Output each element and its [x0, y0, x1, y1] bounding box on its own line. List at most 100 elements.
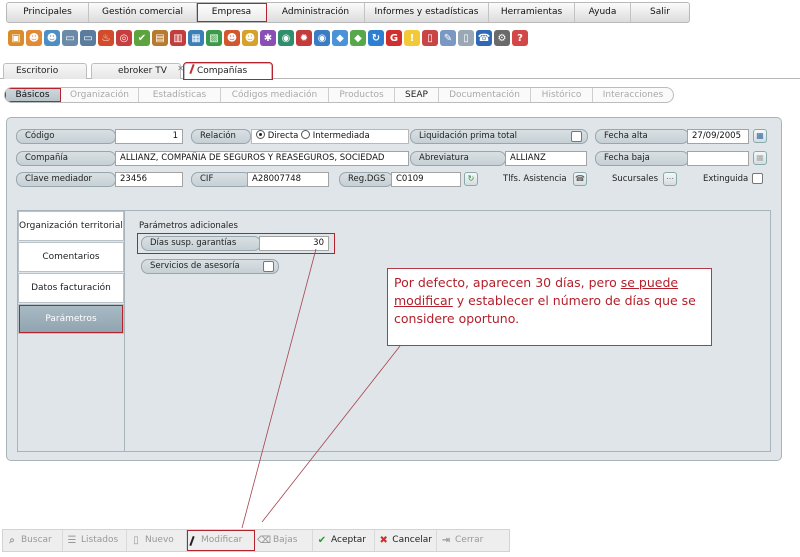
menu-herramientas[interactable]: Herramientas — [489, 3, 575, 22]
main-menu: Principales Gestión comercial Empresa Ad… — [6, 2, 690, 23]
cross-icon: ✖ — [379, 535, 388, 546]
side-tab-comentarios[interactable]: Comentarios — [18, 242, 124, 272]
servicios-asesoria-checkbox[interactable] — [263, 261, 274, 272]
menu-informes[interactable]: Informes y estadísticas — [365, 3, 489, 22]
window-tabs: Escritorio ebroker TV ✕ Compañías — [0, 61, 800, 80]
buscar-button[interactable]: ⌕ Buscar — [3, 530, 63, 551]
bag-icon[interactable]: ▥ — [170, 30, 186, 46]
codigo-label: Código — [16, 129, 116, 144]
menu-administracion[interactable]: Administración — [267, 3, 365, 22]
menu-gestion-comercial[interactable]: Gestión comercial — [89, 3, 197, 22]
aceptar-button[interactable]: ✔ Aceptar — [313, 530, 375, 551]
tab-historico[interactable]: Histórico — [531, 88, 593, 102]
g-icon[interactable]: G — [386, 30, 402, 46]
phone-icon[interactable]: ☎ — [476, 30, 492, 46]
regdgs-field[interactable]: C0109 — [391, 172, 461, 187]
calendar-icon[interactable]: ▦ — [753, 129, 767, 143]
cerrar-button[interactable]: ⇥ Cerrar — [437, 530, 509, 551]
books-icon[interactable]: ▦ — [188, 30, 204, 46]
tab-companias[interactable]: Compañías — [183, 62, 273, 80]
relacion-radio-group: Directa Intermediada — [251, 129, 409, 144]
diamond-icon[interactable]: ◆ — [350, 30, 366, 46]
pencil-icon — [189, 63, 195, 75]
chart-red-icon[interactable]: ✹ — [296, 30, 312, 46]
tab-codigos-mediacion[interactable]: Códigos mediación — [221, 88, 329, 102]
refresh-icon[interactable]: ↻ — [368, 30, 384, 46]
user-gold-icon[interactable]: ☻ — [242, 30, 258, 46]
fecha-baja-field[interactable] — [687, 151, 749, 166]
help-icon[interactable]: ? — [512, 30, 528, 46]
radio-directa[interactable] — [256, 130, 265, 139]
check-icon[interactable]: ✔ — [134, 30, 150, 46]
extinguida-checkbox[interactable] — [752, 173, 763, 184]
note-icon[interactable]: ✎ — [440, 30, 456, 46]
section-tabs: Básicos Organización Estadísticas Código… — [4, 87, 674, 103]
modificar-button[interactable]: Modificar — [187, 530, 255, 551]
tab-ebroker-tv[interactable]: ebroker TV ✕ — [91, 61, 184, 79]
tab-estadisticas[interactable]: Estadísticas — [139, 88, 221, 102]
refresh-icon[interactable]: ↻ — [464, 172, 478, 186]
dias-susp-label: Días susp. garantías — [141, 236, 261, 251]
menu-salir[interactable]: Salir — [631, 3, 689, 22]
box-icon[interactable]: ▣ — [8, 30, 24, 46]
fire-icon[interactable]: ♨ — [98, 30, 114, 46]
cif-label: CIF — [191, 172, 251, 187]
side-tab-parametros[interactable]: Parámetros — [18, 304, 124, 334]
page-icon[interactable]: ▯ — [458, 30, 474, 46]
tab-organizacion[interactable]: Organización — [61, 88, 139, 102]
radio-intermediada[interactable] — [301, 130, 311, 139]
cif-field[interactable]: A28007748 — [247, 172, 329, 187]
fecha-alta-field[interactable]: 27/09/2005 — [687, 129, 749, 144]
tab-seap[interactable]: SEAP — [395, 88, 439, 102]
tab-documentacion[interactable]: Documentación — [439, 88, 531, 102]
side-tab-organizacion-territorial[interactable]: Organización territorial — [18, 211, 124, 241]
document-icon[interactable]: ▯ — [422, 30, 438, 46]
calendar-disabled-icon: ▦ — [753, 151, 767, 165]
monitor-icon[interactable]: ▭ — [62, 30, 78, 46]
globe-blue-icon[interactable]: ◉ — [314, 30, 330, 46]
check-icon: ✔ — [317, 535, 327, 546]
briefcase-icon[interactable]: ▤ — [152, 30, 168, 46]
bajas-button[interactable]: ⌫ Bajas — [255, 530, 313, 551]
globe-green-icon[interactable]: ◉ — [278, 30, 294, 46]
target-icon[interactable]: ◎ — [116, 30, 132, 46]
exit-icon: ⇥ — [441, 535, 451, 546]
compass-icon[interactable]: ◆ — [332, 30, 348, 46]
tab-basicos[interactable]: Básicos — [5, 88, 61, 102]
network-icon[interactable]: ✱ — [260, 30, 276, 46]
menu-empresa[interactable]: Empresa — [197, 3, 267, 22]
nuevo-button[interactable]: ▯ Nuevo — [127, 530, 187, 551]
person-icon[interactable]: ☻ — [26, 30, 42, 46]
branches-icon[interactable]: ⋯ — [663, 172, 677, 186]
calculator-icon[interactable]: ▧ — [206, 30, 222, 46]
dias-susp-field[interactable]: 30 — [259, 236, 329, 251]
screen-icon[interactable]: ▭ — [80, 30, 96, 46]
abreviatura-field[interactable]: ALLIANZ — [505, 151, 587, 166]
phone-icon[interactable]: ☎ — [573, 172, 587, 186]
instruction-callout: Por defecto, aparecen 30 días, pero se p… — [387, 268, 712, 346]
clave-mediador-field[interactable]: 23456 — [115, 172, 183, 187]
user-red-icon[interactable]: ☻ — [224, 30, 240, 46]
listados-button[interactable]: ☰ Listados — [63, 530, 127, 551]
new-document-icon: ▯ — [133, 535, 139, 546]
menu-principales[interactable]: Principales — [7, 3, 89, 22]
tab-escritorio[interactable]: Escritorio — [3, 63, 87, 79]
close-icon[interactable]: ✕ — [177, 61, 184, 76]
tools-icon[interactable]: ⚙ — [494, 30, 510, 46]
abreviatura-label: Abreviatura — [410, 151, 506, 166]
clave-mediador-label: Clave mediador — [16, 172, 116, 187]
eraser-icon: ⌫ — [256, 535, 272, 546]
liquidacion-checkbox[interactable] — [571, 131, 582, 142]
compania-field[interactable]: ALLIANZ, COMPAÑIA DE SEGUROS Y REASEGURO… — [115, 151, 409, 166]
people-icon[interactable]: ☻ — [44, 30, 60, 46]
menu-ayuda[interactable]: Ayuda — [575, 3, 631, 22]
side-tab-datos-facturacion[interactable]: Datos facturación — [18, 273, 124, 303]
codigo-field[interactable]: 1 — [115, 129, 183, 144]
cancelar-button[interactable]: ✖ Cancelar — [375, 530, 437, 551]
bulb-icon[interactable]: ! — [404, 30, 420, 46]
tab-interacciones[interactable]: Interacciones — [593, 88, 673, 102]
compania-label: Compañía — [16, 151, 116, 166]
pencil-icon — [189, 535, 195, 546]
regdgs-label: Reg.DGS — [339, 172, 393, 187]
tab-productos[interactable]: Productos — [329, 88, 395, 102]
